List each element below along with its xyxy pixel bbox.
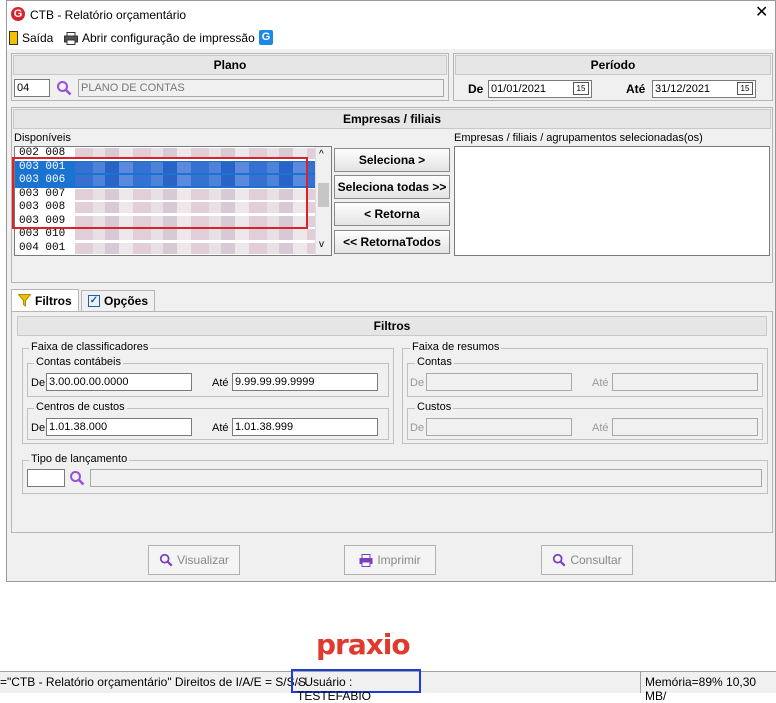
company-code: 004 001 [19, 241, 66, 254]
tab-options-label: Opções [104, 294, 149, 308]
consultar-button[interactable]: Consultar [541, 545, 633, 575]
periodo-heading: Período [455, 55, 771, 75]
tab-filters-label: Filtros [35, 293, 72, 308]
redacted-company-name [75, 242, 315, 254]
cc-to-input[interactable]: 9.99.99.99.9999 [232, 373, 378, 391]
ct-to-input[interactable]: 1.01.38.999 [232, 418, 378, 436]
r-custos-from-input [426, 418, 572, 436]
cc-from-label: De [31, 377, 46, 389]
r-contas-to-input [612, 373, 758, 391]
exit-label: Saída [22, 31, 54, 45]
window-title: CTB - Relatório orçamentário [30, 8, 187, 22]
filtros-panel: Filtros Faixa de classificadores Contas … [11, 311, 773, 533]
r-contas-to-label: Até [592, 377, 609, 389]
cc-to-label: Até [212, 377, 229, 389]
magnifier-icon [553, 553, 566, 567]
redacted-company-name [75, 229, 315, 240]
visualizar-button[interactable]: Visualizar [148, 545, 240, 575]
periodo-to-input[interactable]: 31/12/2021 15 [652, 80, 756, 98]
company-row[interactable]: 003 010 [15, 228, 331, 242]
periodo-from-label: De [468, 82, 484, 96]
scroll-thumb[interactable] [318, 183, 329, 207]
plano-code-input[interactable]: 04 [14, 79, 50, 97]
r-custos-to-label: Até [592, 422, 609, 434]
cc-from-input[interactable]: 3.00.00.00.0000 [46, 373, 192, 391]
tipo-lancamento-title: Tipo de lançamento [29, 453, 130, 465]
help-icon[interactable]: G [259, 30, 273, 45]
highlight-box [12, 157, 308, 229]
visualizar-label: Visualizar [177, 553, 229, 567]
imprimir-label: Imprimir [377, 553, 421, 567]
company-row[interactable]: 004 001 [15, 242, 331, 256]
empresas-heading: Empresas / filiais [13, 109, 771, 129]
brand-logo: praxio [316, 628, 411, 661]
calendar-icon[interactable]: 15 [737, 82, 753, 95]
periodo-to-label: Até [626, 82, 646, 96]
plano-search-icon[interactable] [56, 80, 72, 96]
r-custos-to-input [612, 418, 758, 436]
return-button[interactable]: < Retorna [334, 202, 450, 226]
print-config-button[interactable]: Abrir configuração de impressão [64, 31, 255, 45]
centros-custos-title: Centros de custos [34, 401, 127, 413]
tab-options[interactable]: ✓ Opções [81, 290, 155, 311]
r-custos-from-label: De [410, 422, 425, 434]
r-contas-from-label: De [410, 377, 425, 389]
resumos-contas-title: Contas [415, 356, 454, 368]
consultar-label: Consultar [570, 553, 622, 567]
faixa-classificadores-title: Faixa de classificadores [29, 341, 151, 353]
periodo-panel: Período De 01/01/2021 15 Até 31/12/2021 … [453, 53, 773, 101]
exit-door-icon [9, 31, 18, 45]
tipo-search-icon[interactable] [69, 470, 85, 486]
plano-heading: Plano [13, 55, 447, 75]
available-scrollbar[interactable]: ^ v [315, 147, 331, 255]
periodo-from-input[interactable]: 01/01/2021 15 [488, 80, 592, 98]
resumos-custos-title: Custos [415, 401, 454, 413]
plano-panel: Plano 04 PLANO DE CONTAS [11, 53, 449, 101]
r-contas-from-input [426, 373, 572, 391]
calendar-icon[interactable]: 15 [573, 82, 589, 95]
close-button[interactable]: ✕ [755, 5, 768, 21]
printer-icon [359, 553, 373, 567]
status-user: - Usuário : TESTEFABIO [291, 669, 421, 703]
plano-name-field: PLANO DE CONTAS [78, 79, 444, 97]
printer-icon [64, 31, 78, 45]
available-label: Disponíveis [14, 132, 71, 144]
checkbox-icon: ✓ [88, 295, 100, 307]
tab-filters[interactable]: Filtros [11, 289, 79, 311]
exit-button[interactable]: Saída [9, 31, 53, 45]
report-window: G CTB - Relatório orçamentário ✕ Saída A… [6, 0, 776, 582]
toolbar: Saída Abrir configuração de impressão G [7, 29, 775, 49]
filter-funnel-icon [18, 294, 31, 307]
selected-list[interactable] [454, 146, 770, 256]
tipo-lancamento-name-field [90, 469, 762, 487]
periodo-to-value: 31/12/2021 [655, 83, 711, 95]
filtros-heading: Filtros [17, 316, 767, 336]
select-all-button[interactable]: Seleciona todas >> [334, 175, 450, 199]
title-bar: G CTB - Relatório orçamentário ✕ [7, 1, 775, 29]
scroll-up-icon[interactable]: ^ [319, 149, 324, 160]
status-bar: ="CTB - Relatório orçamentário" Direitos… [0, 669, 776, 703]
ct-to-label: Até [212, 422, 229, 434]
scroll-down-icon[interactable]: v [319, 239, 324, 250]
status-memory: Memória=89% 10,30 MB/ [640, 672, 776, 703]
status-left-text: ="CTB - Relatório orçamentário" Direitos… [0, 675, 310, 689]
select-button[interactable]: Seleciona > [334, 148, 450, 172]
tipo-lancamento-code-input[interactable] [27, 469, 65, 487]
periodo-from-value: 01/01/2021 [491, 83, 547, 95]
company-code: 003 010 [19, 228, 66, 240]
print-config-label: Abrir configuração de impressão [82, 31, 255, 45]
faixa-resumos-title: Faixa de resumos [410, 341, 502, 353]
magnifier-icon [159, 553, 173, 567]
ct-from-label: De [31, 422, 46, 434]
empresas-panel: Empresas / filiais Disponíveis Empresas … [11, 107, 773, 283]
contas-contabeis-title: Contas contábeis [34, 356, 123, 368]
app-logo-icon: G [11, 7, 25, 21]
return-all-button[interactable]: << RetornaTodos [334, 230, 450, 254]
ct-from-input[interactable]: 1.01.38.000 [46, 418, 192, 436]
selected-label: Empresas / filiais / agrupamentos seleci… [454, 132, 703, 144]
imprimir-button[interactable]: Imprimir [344, 545, 436, 575]
